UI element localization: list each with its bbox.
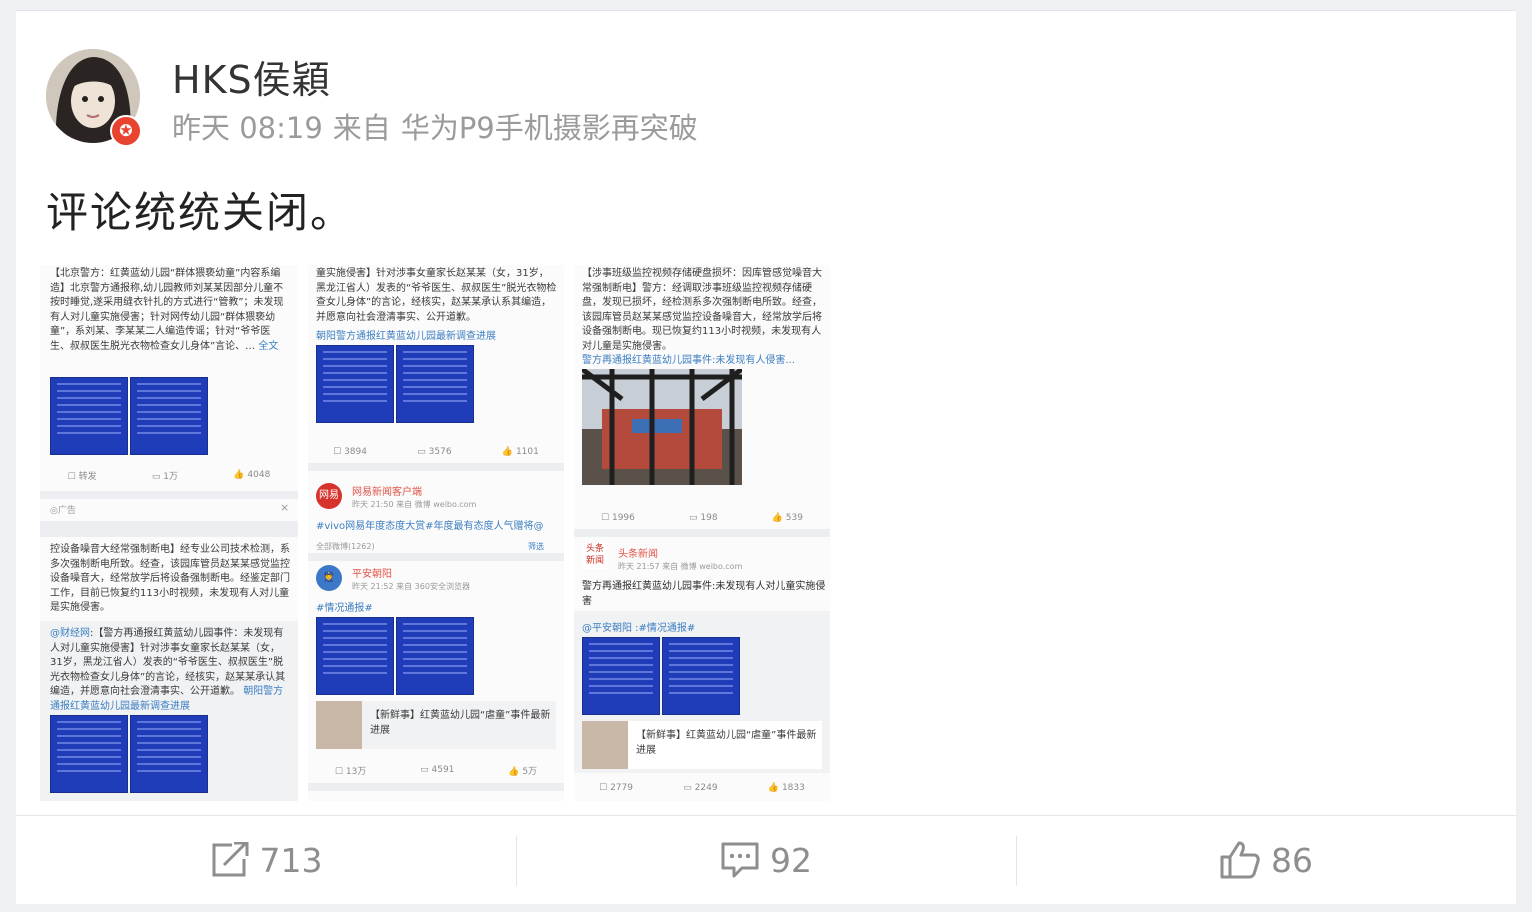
image3-action-bar-2: ☐ 2779 ▭ 2249 👍 1833 — [599, 783, 805, 793]
image2-account2-sub: 昨天 21:52 来自 360安全浏览器 — [352, 582, 470, 591]
post-image-1[interactable]: 【北京警方：红黄蓝幼儿园“群体猥亵幼童”内容系编造】北京警方通报称,幼儿园教师刘… — [40, 265, 298, 801]
image2-account1-text: #vivo网易年度态度大赏#年度最有态度人气赠将@ — [316, 521, 544, 532]
image3-kindergarten-photo — [582, 369, 742, 485]
thumbs-up-icon — [1220, 841, 1260, 879]
image3-account-name: 头条新闻 — [618, 549, 658, 560]
source-prefix: 来自 — [332, 111, 391, 145]
image2-action-bar: ☐ 3894 ▭ 3576 👍 1101 — [333, 447, 539, 457]
image1-divider — [40, 491, 298, 499]
image3-thumbnail-a — [582, 637, 660, 715]
image1-quote-text: @财经网:【警方再通报红黄蓝幼儿园事件：未发现有人对儿童实施侵害】针对涉事女童家… — [50, 628, 286, 711]
post-action-bar: 713 92 86 — [16, 815, 1516, 904]
image2-thumbnail-b — [396, 345, 474, 423]
image2-card-text: 【新鲜事】红黄蓝幼儿园“虐童”事件最新进展 — [370, 710, 551, 736]
image2-link: 朝阳警方通报红黄蓝幼儿园最新调查进展 — [316, 331, 496, 342]
repost-button[interactable]: 713 — [16, 816, 516, 904]
image3-link: 警方再通报红黄蓝幼儿园事件:未发现有人侵害... — [582, 355, 795, 366]
image2-netease-logo: 网易 — [316, 483, 342, 509]
image1-thumbnail-d — [130, 715, 208, 793]
post-image-3[interactable]: 【涉事班级监控视频存储硬盘损坏：因库管感觉噪音大常强制断电】警方：经调取涉事班级… — [574, 265, 830, 801]
username[interactable]: HKS侯穎 — [172, 49, 331, 104]
image1-thumbnail-a — [50, 377, 128, 455]
image2-divider-2 — [308, 553, 564, 561]
image2-account1-sub: 昨天 21:50 来自 微博 weibo.com — [352, 500, 477, 509]
image2-thumbnail-d — [396, 617, 474, 695]
like-button[interactable]: 86 — [1016, 816, 1516, 904]
image2-action-bar-2: ☐ 13万 ▭ 4591 👍 5万 — [334, 765, 538, 777]
post-source[interactable]: 华为P9手机摄影再突破 — [401, 111, 698, 145]
image2-account1-name: 网易新闻客户端 — [352, 487, 422, 498]
comment-button[interactable]: 92 — [516, 816, 1016, 904]
image2-filter: 筛选 — [528, 542, 544, 551]
image1-text: 【北京警方：红黄蓝幼儿园“群体猥亵幼童”内容系编造】北京警方通报称,幼儿园教师刘… — [50, 268, 284, 352]
image3-account-text: 警方再通报红黄蓝幼儿园事件:未发现有人对儿童实施侵害 — [582, 581, 826, 607]
image2-thumbnail-a — [316, 345, 394, 423]
image3-toutiao-logo: 头条新闻 — [582, 543, 608, 569]
image1-thumbnail-b — [130, 377, 208, 455]
image3-action-bar: ☐ 1996 ▭ 198 👍 539 — [601, 513, 803, 523]
post-image-2[interactable]: 童实施侵害】针对涉事女童家长赵某某（女，31岁，黑龙江省人）发表的“爷爷医生、叔… — [308, 265, 564, 801]
image3-card-thumbnail — [582, 721, 628, 769]
image1-thumbnail-c — [50, 715, 128, 793]
comment-count: 92 — [770, 840, 812, 880]
image3-thumbnail-b — [662, 637, 740, 715]
image3-link-card: 【新鲜事】红黄蓝幼儿园“虐童”事件最新进展 — [582, 721, 822, 769]
image2-link-card: 【新鲜事】红黄蓝幼儿园“虐童”事件最新进展 — [316, 701, 556, 749]
image2-divider — [308, 463, 564, 471]
image2-card-thumbnail — [316, 701, 362, 749]
post-meta: 昨天 08:19 来自 华为P9手机摄影再突破 — [172, 105, 708, 147]
image1-divider-2 — [40, 521, 298, 537]
image2-account2-tag: #情况通报# — [316, 603, 373, 614]
repost-icon — [212, 842, 248, 877]
image3-quote: @平安朝阳 :#情况通报# — [582, 623, 696, 634]
image3-divider — [574, 529, 830, 537]
image3-account-sub: 昨天 21:57 来自 微博 weibo.com — [618, 562, 743, 571]
image1-close-icon: × — [280, 501, 290, 514]
image1-action-bar: ☐ 转发 ▭ 1万 👍 4048 — [67, 470, 271, 482]
verified-badge-icon: ✪ — [110, 115, 142, 147]
image2-thumbnail-c — [316, 617, 394, 695]
repost-count: 713 — [259, 840, 323, 880]
image3-card-text: 【新鲜事】红黄蓝幼儿园“虐童”事件最新进展 — [636, 730, 817, 756]
image3-text: 【涉事班级监控视频存储硬盘损坏：因库管感觉噪音大常强制断电】警方：经调取涉事班级… — [582, 268, 822, 351]
image2-text: 童实施侵害】针对涉事女童家长赵某某（女，31岁，黑龙江省人）发表的“爷爷医生、叔… — [316, 268, 557, 323]
image2-all-weibo: 全部微博(1262) — [316, 542, 375, 551]
image2-account2-name: 平安朝阳 — [352, 569, 392, 580]
like-count: 86 — [1271, 840, 1313, 880]
post-time[interactable]: 昨天 08:19 — [172, 111, 323, 145]
image1-ad-label: ◎广告 — [50, 506, 76, 516]
weibo-post-card: ✪ HKS侯穎 昨天 08:19 来自 华为P9手机摄影再突破 评论统统关闭。 【北… — [16, 10, 1516, 904]
post-text: 评论统统关闭。 — [46, 188, 355, 237]
image1-text-2: 控设备噪音大经常强制断电】经专业公司技术检测，系多次强制断电所致。经查，该园库管… — [50, 544, 290, 613]
image2-police-logo-icon: 👮 — [316, 565, 342, 591]
comment-icon — [721, 842, 759, 878]
image2-divider-3 — [308, 783, 564, 791]
